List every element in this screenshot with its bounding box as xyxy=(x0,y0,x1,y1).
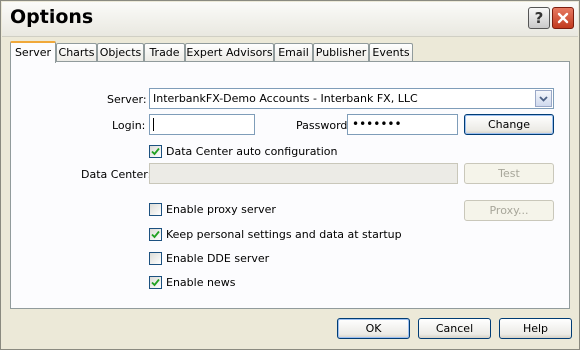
server-label: Server: xyxy=(107,93,147,106)
tab-label: Objects xyxy=(99,46,142,59)
proxy-label: Enable proxy server xyxy=(166,203,276,216)
password-value: ••••••• xyxy=(352,117,402,131)
dialog-title: Options xyxy=(10,6,94,28)
title-bar: Options ? xyxy=(2,2,578,37)
cancel-button[interactable]: Cancel xyxy=(418,318,491,339)
data-center-label: Data Center: xyxy=(81,168,152,181)
tab-label: Email xyxy=(278,46,309,59)
tab-label: Charts xyxy=(58,46,95,59)
options-dialog: Options ? Server Charts Objects Trade Ex… xyxy=(0,0,580,350)
tab-label: Expert Advisors xyxy=(186,46,273,59)
ok-button[interactable]: OK xyxy=(337,318,410,339)
dropdown-button[interactable] xyxy=(535,90,552,107)
server-tab-panel: Server: InterbankFX-Demo Accounts - Inte… xyxy=(10,61,570,309)
tab-label: Publisher xyxy=(315,46,367,59)
news-checkbox[interactable] xyxy=(149,276,162,289)
password-input[interactable]: ••••••• xyxy=(347,114,458,135)
tab-publisher[interactable]: Publisher xyxy=(313,43,369,61)
tab-expert-advisors[interactable]: Expert Advisors xyxy=(185,43,274,61)
tab-label: Trade xyxy=(149,46,180,59)
proxy-checkbox[interactable] xyxy=(149,203,162,216)
tab-label: Server xyxy=(14,46,52,59)
data-center-auto-checkbox[interactable] xyxy=(149,145,162,158)
help-icon: ? xyxy=(534,9,544,27)
tab-email[interactable]: Email xyxy=(274,43,313,61)
server-select[interactable]: InterbankFX-Demo Accounts - Interbank FX… xyxy=(149,88,554,109)
news-label: Enable news xyxy=(166,276,236,289)
close-icon xyxy=(557,12,569,24)
change-button[interactable]: Change xyxy=(464,114,554,135)
dde-checkbox[interactable] xyxy=(149,252,162,265)
login-label: Login: xyxy=(112,119,146,132)
server-value: InterbankFX-Demo Accounts - Interbank FX… xyxy=(153,92,418,105)
checkmark-icon xyxy=(151,278,160,287)
tab-events[interactable]: Events xyxy=(369,43,413,61)
keep-personal-checkbox[interactable] xyxy=(149,228,162,241)
help-button[interactable]: Help xyxy=(499,318,572,339)
checkmark-icon xyxy=(151,147,160,156)
chevron-down-icon xyxy=(539,95,548,102)
close-button[interactable] xyxy=(552,7,574,29)
proxy-button[interactable]: Proxy... xyxy=(464,200,554,221)
tab-label: Events xyxy=(372,46,410,59)
login-input[interactable] xyxy=(149,114,255,135)
data-center-auto-label: Data Center auto configuration xyxy=(166,145,338,158)
tab-objects[interactable]: Objects xyxy=(97,43,144,61)
keep-personal-label: Keep personal settings and data at start… xyxy=(166,228,402,241)
password-label: Password: xyxy=(296,119,352,132)
checkmark-icon xyxy=(151,230,160,239)
tab-server[interactable]: Server xyxy=(10,41,56,63)
help-title-button[interactable]: ? xyxy=(528,7,550,29)
dde-label: Enable DDE server xyxy=(166,252,270,265)
data-center-input[interactable] xyxy=(149,163,458,184)
tab-trade[interactable]: Trade xyxy=(144,43,185,61)
text-caret xyxy=(153,118,154,131)
test-button[interactable]: Test xyxy=(464,163,554,184)
tab-charts[interactable]: Charts xyxy=(56,43,97,61)
